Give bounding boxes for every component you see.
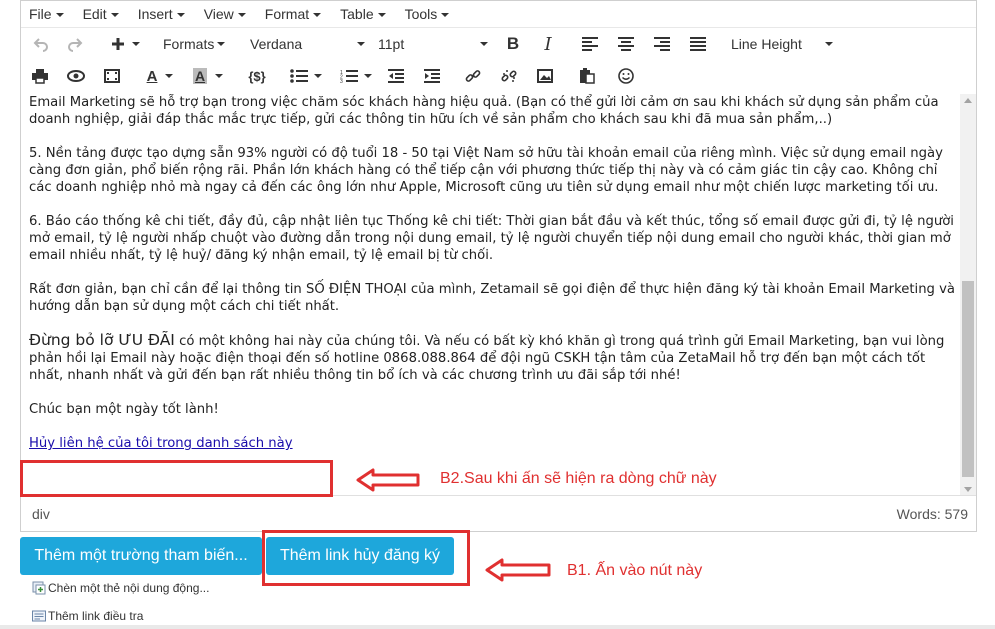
redo-icon[interactable] [65, 31, 85, 57]
line-height-select[interactable]: Line Height [731, 31, 833, 57]
insert-dynamic-content-link[interactable]: Chèn một thẻ nội dung động... [32, 581, 209, 595]
menu-tools[interactable]: Tools [405, 6, 450, 22]
numbered-list-icon[interactable]: 123 [336, 63, 376, 89]
align-justify-icon[interactable] [689, 31, 707, 57]
menu-file[interactable]: File [29, 6, 64, 22]
insert-dynamic-icon [32, 581, 46, 595]
scrollbar-down-arrow[interactable] [964, 487, 972, 492]
outdent-icon[interactable] [387, 63, 405, 89]
menu-format[interactable]: Format [265, 6, 322, 22]
media-icon[interactable] [103, 63, 121, 89]
paragraph-greeting: Chúc bạn một ngày tốt lành! [29, 402, 219, 417]
font-size-select[interactable]: 11pt [378, 31, 488, 57]
font-family-select[interactable]: Verdana [250, 31, 365, 57]
source-code-icon[interactable]: {$} [246, 63, 268, 89]
emoticon-icon[interactable] [617, 63, 635, 89]
annotation-b1: B1. Ấn vào nút này [567, 562, 703, 579]
italic-icon[interactable]: I [540, 31, 556, 57]
bullet-list-icon[interactable] [286, 63, 326, 89]
unlink-icon[interactable] [500, 63, 518, 89]
annotation-b2: B2.Sau khi ấn sẽ hiện ra dòng chữ này [440, 470, 717, 487]
offer-lead-text: Đừng bỏ lỡ ƯU ĐÃI [29, 331, 175, 349]
survey-icon [32, 610, 46, 622]
annotation-box-button [262, 530, 470, 586]
background-color-icon[interactable]: A [189, 63, 227, 89]
add-survey-label: Thêm link điều tra [48, 609, 144, 623]
page-bottom-divider [0, 625, 995, 629]
word-count: Words: 579 [896, 505, 968, 522]
bold-icon[interactable]: B [505, 31, 521, 57]
text-color-icon[interactable]: A [141, 63, 179, 89]
align-left-icon[interactable] [581, 31, 599, 57]
paragraph-offer: Đừng bỏ lỡ ƯU ĐÃI có một không hai này c… [29, 332, 961, 384]
formats-select[interactable]: Formats [163, 31, 225, 57]
menu-table[interactable]: Table [340, 6, 386, 22]
paragraph-reports: 6. Báo cáo thống kê chi tiết, đầy đủ, cậ… [29, 214, 954, 263]
paragraph-platform: 5. Nền tảng được tạo dựng sẵn 93% người … [29, 146, 943, 195]
link-icon[interactable] [464, 63, 482, 89]
insert-plus-icon[interactable] [107, 31, 143, 57]
scrollbar-thumb[interactable] [962, 281, 974, 477]
content-scrollbar[interactable] [960, 94, 976, 496]
undo-icon[interactable] [31, 31, 51, 57]
menubar: File Edit Insert View Format Table Tools [21, 1, 976, 28]
svg-text:3: 3 [340, 79, 343, 83]
annotation-box-link [20, 460, 333, 497]
paragraph-phone-signup: Rất đơn giản, bạn chỉ cần để lại thông t… [29, 282, 955, 314]
element-path[interactable]: div [32, 506, 50, 522]
arrow-left-icon [485, 558, 551, 582]
editor-content[interactable]: Email Marketing sẽ hỗ trợ bạn trong việc… [21, 94, 961, 496]
indent-icon[interactable] [423, 63, 441, 89]
toolbar-row-1: Formats Verdana 11pt B I Line Height [21, 28, 976, 60]
print-icon[interactable] [31, 63, 49, 89]
align-right-icon[interactable] [653, 31, 671, 57]
add-survey-link[interactable]: Thêm link điều tra [32, 609, 143, 623]
paragraph-email-care: Email Marketing sẽ hỗ trợ bạn trong việc… [29, 95, 939, 127]
scrollbar-up-arrow[interactable] [964, 98, 972, 103]
rich-text-editor: File Edit Insert View Format Table Tools… [20, 0, 977, 532]
statusbar: div Words: 579 [21, 495, 976, 531]
paste-icon[interactable] [578, 63, 596, 89]
menu-view[interactable]: View [204, 6, 246, 22]
toolbar-row-2: A A {$} 123 [21, 60, 976, 92]
insert-dynamic-label: Chèn một thẻ nội dung động... [48, 581, 210, 595]
image-icon[interactable] [536, 63, 554, 89]
preview-icon[interactable] [67, 63, 85, 89]
menu-insert[interactable]: Insert [138, 6, 185, 22]
arrow-left-icon [356, 468, 420, 492]
add-variable-button[interactable]: Thêm một trường tham biến... [20, 537, 262, 575]
align-center-icon[interactable] [617, 31, 635, 57]
menu-edit[interactable]: Edit [83, 6, 119, 22]
unsubscribe-link[interactable]: Hủy liên hệ của tôi trong danh sách này [29, 436, 293, 451]
